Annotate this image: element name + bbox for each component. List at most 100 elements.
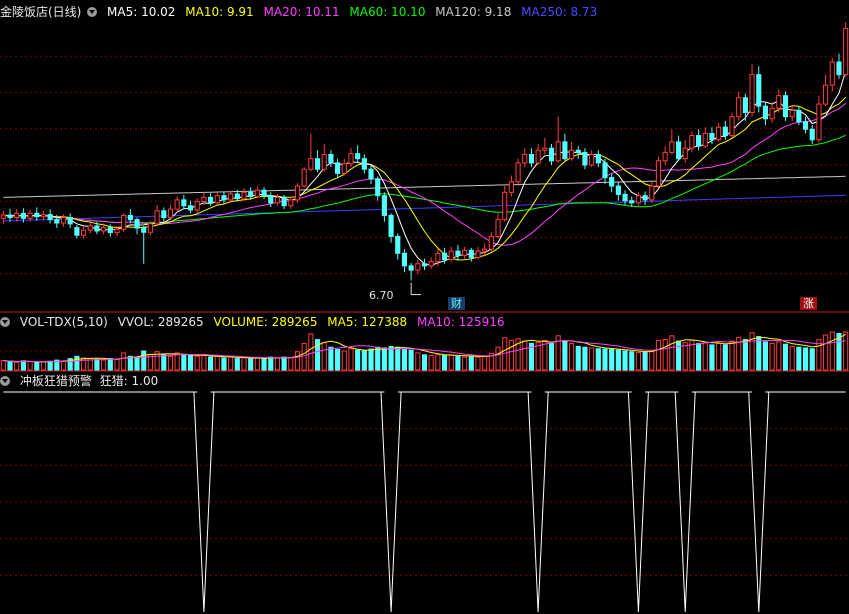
- candle-body: [0, 214, 6, 219]
- finance-tag[interactable]: 财: [448, 297, 465, 310]
- volume-bar: [428, 355, 434, 371]
- volume-bar: [782, 343, 789, 371]
- volume-bar: [482, 355, 488, 371]
- candle-body: [635, 195, 641, 204]
- volume-bar: [107, 358, 113, 371]
- candle-body: [361, 158, 367, 170]
- candle-body: [776, 95, 782, 109]
- volume-bar: [274, 357, 281, 371]
- candle-body: [642, 195, 648, 201]
- volume-bar: [448, 354, 454, 371]
- volume-bar: [114, 358, 120, 371]
- candle-body: [589, 153, 595, 166]
- volume-bar: [508, 339, 514, 371]
- volume-bar: [602, 348, 608, 371]
- candle-body: [823, 84, 829, 105]
- candle-body: [167, 208, 174, 219]
- volume-bar: [589, 347, 595, 371]
- candle-body: [114, 228, 120, 234]
- candle-body: [789, 109, 795, 118]
- volume-bar: [335, 348, 341, 371]
- volume-bar: [0, 360, 6, 371]
- kline-chart[interactable]: [0, 0, 849, 614]
- indicator-name: 冲板狂猎预警: [19, 374, 92, 388]
- candle-body: [328, 153, 334, 164]
- volume-bar: [809, 348, 815, 371]
- candle-body: [515, 162, 521, 183]
- volume-bar: [328, 346, 334, 371]
- volume-bar: [355, 349, 361, 371]
- candle-body: [675, 141, 682, 160]
- candle-body: [662, 151, 668, 162]
- volume-bar: [47, 360, 53, 371]
- volume-bar: [254, 357, 260, 371]
- volume-bar: [268, 356, 274, 371]
- candle-body: [769, 107, 775, 120]
- volume-bar: [401, 348, 408, 371]
- candle-body: [602, 162, 608, 179]
- candle-body: [134, 219, 140, 229]
- candle-body: [147, 223, 153, 233]
- candle-body: [228, 193, 234, 201]
- dropdown-icon[interactable]: [0, 376, 10, 386]
- volume-bar: [595, 348, 601, 371]
- candle-body: [441, 252, 448, 261]
- candle-body: [60, 217, 67, 224]
- indicator-header: 冲板狂猎预警 狂猎: 1.00: [0, 373, 164, 389]
- volume-bar: [381, 347, 387, 371]
- candle-body: [381, 195, 387, 216]
- candle-body: [375, 178, 381, 197]
- candle-body: [288, 199, 294, 207]
- vol-volume: VOLUME: 289265: [213, 315, 318, 329]
- volume-bar: [248, 358, 254, 371]
- limit-up-tag[interactable]: 涨: [800, 297, 817, 310]
- candle-body: [716, 126, 722, 141]
- volume-bar: [308, 333, 314, 371]
- legend-ma5: MA5: 10.02: [107, 5, 176, 19]
- volume-header: VOL-TDX(5,10) VVOL: 289265 VOLUME: 28926…: [0, 314, 510, 330]
- volume-bar: [756, 336, 762, 371]
- candle-body: [187, 205, 194, 211]
- legend-ma120: MA120: 9.18: [435, 5, 512, 19]
- candle-body: [181, 199, 187, 207]
- candle-body: [448, 250, 454, 261]
- candle-body: [34, 212, 40, 218]
- volume-bar: [709, 344, 715, 371]
- volume-bar: [208, 356, 214, 371]
- volume-bar: [462, 356, 468, 371]
- candle-body: [241, 191, 247, 200]
- candle-body: [482, 248, 488, 252]
- ma120-line: [3, 175, 846, 198]
- legend-ma60: MA60: 10.10: [349, 5, 426, 19]
- volume-bar: [7, 361, 13, 371]
- candle-body: [836, 61, 842, 76]
- candle-body: [508, 181, 514, 193]
- volume-bar: [435, 354, 441, 371]
- candle-body: [722, 126, 728, 137]
- volume-bar: [40, 361, 47, 371]
- candle-body: [809, 128, 815, 141]
- volume-bar: [221, 357, 227, 371]
- volume-bar: [294, 351, 301, 371]
- volume-bar: [729, 340, 735, 371]
- dropdown-icon[interactable]: [87, 7, 98, 17]
- candle-body: [14, 212, 20, 219]
- volume-bar: [655, 339, 662, 371]
- candle-body: [595, 153, 601, 164]
- candle-body: [321, 153, 327, 170]
- volume-bar: [615, 349, 621, 371]
- dropdown-icon[interactable]: [0, 317, 10, 327]
- indicator-value: 狂猎: 1.00: [99, 374, 159, 388]
- volume-bar: [281, 356, 287, 371]
- candle-body: [94, 225, 100, 232]
- volume-bar: [722, 344, 728, 371]
- volume-bar: [388, 345, 394, 371]
- volume-bar: [74, 355, 80, 371]
- candle-body: [522, 153, 528, 164]
- candle-body: [802, 121, 809, 130]
- candle-body: [435, 252, 441, 263]
- volume-bar: [562, 341, 568, 371]
- candle-body: [843, 27, 849, 76]
- candle-body: [67, 217, 73, 225]
- volume-bar: [101, 359, 107, 371]
